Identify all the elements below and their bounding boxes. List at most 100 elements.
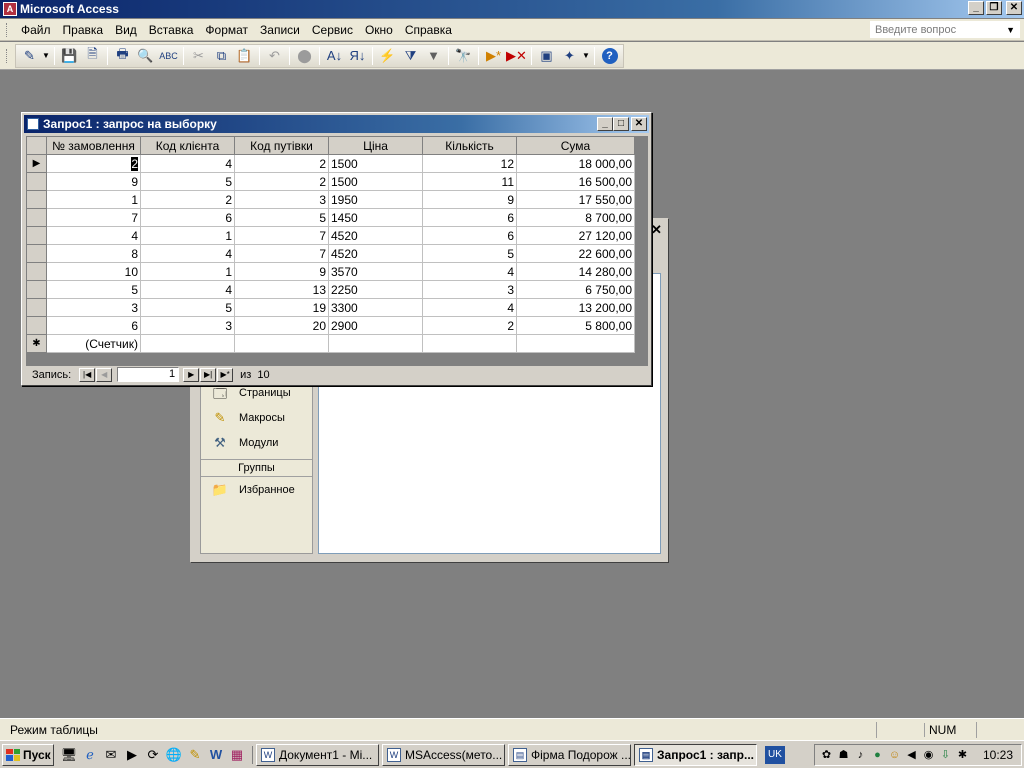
autonumber-placeholder-cell[interactable]: (Счетчик) [46, 334, 141, 353]
table-cell[interactable]: 1 [140, 226, 235, 245]
table-cell[interactable]: 1 [46, 190, 141, 209]
find-icon[interactable]: 🔭 [452, 45, 475, 67]
table-cell[interactable]: 3 [234, 190, 329, 209]
table-cell[interactable]: 3570 [328, 262, 423, 281]
table-cell[interactable]: 6 [140, 208, 235, 227]
menu-file[interactable]: Файл [15, 23, 57, 37]
table-cell[interactable]: 4 [140, 244, 235, 263]
db-object-macros[interactable]: ✎ Макросы [201, 405, 312, 430]
sort-descending-icon[interactable]: Я↓ [346, 45, 369, 67]
pencil-icon[interactable]: ✎ [186, 746, 204, 764]
table-cell[interactable]: 2 [234, 172, 329, 191]
menu-insert[interactable]: Вставка [143, 23, 200, 37]
next-record-button[interactable]: ▶ [183, 367, 200, 382]
messenger-icon[interactable]: ☺ [887, 748, 902, 763]
refresh-app-icon[interactable]: ⟳ [144, 746, 162, 764]
query-close-button[interactable]: ✕ [631, 117, 647, 131]
table-cell[interactable]: 7 [46, 208, 141, 227]
db-object-modules[interactable]: ⚒ Модули [201, 430, 312, 455]
table-cell[interactable]: 1500 [328, 172, 423, 191]
network-icon[interactable]: ● [870, 748, 885, 763]
toolbar-grip[interactable] [6, 48, 9, 63]
table-cell[interactable] [422, 334, 517, 353]
table-cell[interactable]: 2 [46, 154, 141, 173]
database-window-icon[interactable]: ▣ [535, 45, 558, 67]
select-all-corner[interactable] [26, 136, 47, 155]
query-datasheet-window[interactable]: Запрос1 : запрос на выборку _ □ ✕ № замо… [21, 112, 652, 386]
menu-grip[interactable] [6, 22, 9, 37]
table-cell[interactable]: 1450 [328, 208, 423, 227]
record-selector[interactable] [26, 208, 47, 227]
table-cell[interactable]: 3 [422, 280, 517, 299]
table-cell[interactable]: 5 [140, 172, 235, 191]
table-row[interactable]: 3 5 19 3300 4 13 200,00 [26, 298, 635, 317]
db-group-favorites[interactable]: 📁 Избранное [201, 477, 312, 502]
speaker-icon[interactable]: ◀ [904, 748, 919, 763]
menu-edit[interactable]: Правка [57, 23, 110, 37]
table-cell[interactable]: 6 [46, 316, 141, 335]
table-row[interactable]: 1 2 3 1950 9 17 550,00 [26, 190, 635, 209]
query-maximize-button[interactable]: □ [613, 117, 629, 131]
table-cell[interactable]: 4 [140, 280, 235, 299]
table-cell[interactable]: 8 [46, 244, 141, 263]
table-cell[interactable]: 5 [422, 244, 517, 263]
table-cell[interactable]: 7 [234, 244, 329, 263]
table-cell[interactable]: 1 [140, 262, 235, 281]
table-cell[interactable]: 2 [422, 316, 517, 335]
table-cell[interactable]: 11 [422, 172, 517, 191]
outlook-icon[interactable]: ✉ [102, 746, 120, 764]
last-record-button[interactable]: ▶| [200, 367, 217, 382]
new-object-dropdown-icon[interactable]: ▼ [581, 45, 591, 67]
column-header-tour-code[interactable]: Код путівки [234, 136, 329, 155]
copy-icon[interactable]: ⧉ [210, 45, 233, 67]
table-cell[interactable]: 4 [422, 262, 517, 281]
new-record-selector[interactable]: ✱ [26, 334, 47, 353]
help-icon[interactable]: ? [598, 45, 621, 67]
filter-by-form-icon[interactable]: ⧩ [399, 45, 422, 67]
download-icon[interactable]: ⇩ [938, 748, 953, 763]
table-cell[interactable]: 1950 [328, 190, 423, 209]
spell-check-icon[interactable]: ABC [157, 45, 180, 67]
table-cell[interactable]: 2250 [328, 280, 423, 299]
table-cell[interactable]: 5 [46, 280, 141, 299]
table-cell[interactable] [516, 334, 635, 353]
table-cell[interactable]: 6 [422, 226, 517, 245]
shield-icon[interactable]: ◉ [921, 748, 936, 763]
access-app-icon[interactable]: A [3, 2, 17, 16]
table-cell[interactable]: 4 [46, 226, 141, 245]
show-desktop-icon[interactable]: 🖥 [60, 746, 78, 764]
table-cell[interactable]: 12 [422, 154, 517, 173]
word-icon[interactable]: W [207, 746, 225, 764]
table-cell[interactable]: 9 [422, 190, 517, 209]
language-indicator[interactable]: UK [765, 745, 785, 764]
new-record-icon[interactable]: ▶* [482, 45, 505, 67]
table-cell[interactable]: 2 [234, 154, 329, 173]
table-cell[interactable] [234, 334, 329, 353]
flower-icon[interactable]: ✿ [819, 748, 834, 763]
record-selector[interactable] [26, 226, 47, 245]
table-cell[interactable]: 27 120,00 [516, 226, 635, 245]
new-record-button[interactable]: ▶* [217, 367, 234, 382]
table-cell[interactable] [328, 334, 423, 353]
table-cell[interactable]: 2900 [328, 316, 423, 335]
table-cell[interactable]: 9 [46, 172, 141, 191]
table-cell[interactable]: 5 [234, 208, 329, 227]
filter-by-selection-icon[interactable]: ⚡ [376, 45, 399, 67]
record-selector[interactable] [26, 280, 47, 299]
column-header-order-no[interactable]: № замовлення [46, 136, 141, 155]
table-cell[interactable] [140, 334, 235, 353]
table-row[interactable]: 4 1 7 4520 6 27 120,00 [26, 226, 635, 245]
table-cell[interactable]: 22 600,00 [516, 244, 635, 263]
globe-icon[interactable]: 🌐 [165, 746, 183, 764]
table-cell[interactable]: 20 [234, 316, 329, 335]
view-design-icon[interactable]: ✎ [18, 45, 41, 67]
record-selector[interactable] [26, 298, 47, 317]
print-icon[interactable]: 🖶 [111, 45, 134, 67]
print-setup-icon[interactable]: 🗎 [81, 45, 104, 67]
paste-icon[interactable]: 📋 [233, 45, 256, 67]
task-word-document[interactable]: W Документ1 - Mi... [256, 743, 379, 766]
column-header-quantity[interactable]: Кількість [422, 136, 517, 155]
table-cell[interactable]: 13 [234, 280, 329, 299]
close-button[interactable]: ✕ [1006, 1, 1022, 15]
new-record-row[interactable]: ✱ (Счетчик) [26, 334, 635, 353]
